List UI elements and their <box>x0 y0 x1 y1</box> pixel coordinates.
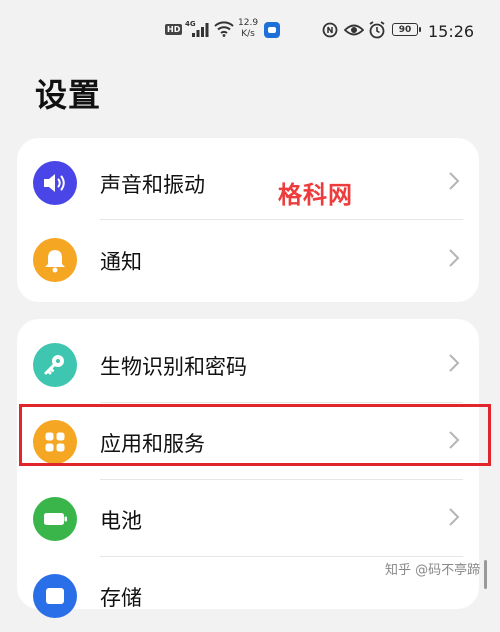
settings-item-label: 存储 <box>100 586 142 610</box>
eye-comfort-icon <box>344 24 364 36</box>
nfc-icon <box>322 22 338 38</box>
page-title: 设置 <box>35 76 102 114</box>
speaker-icon <box>33 161 77 205</box>
settings-item-sound[interactable]: 声音和振动 <box>17 143 479 219</box>
settings-item-label: 电池 <box>100 509 142 533</box>
settings-item-biometrics[interactable]: 生物识别和密码 <box>17 325 479 401</box>
settings-item-label: 声音和振动 <box>100 173 205 197</box>
clock: 15:26 <box>428 22 475 41</box>
key-icon <box>33 343 77 387</box>
battery-indicator: 90 <box>392 23 421 36</box>
app-notification-icon <box>264 22 280 38</box>
settings-item-label: 通知 <box>100 250 142 274</box>
wifi-icon <box>214 21 234 37</box>
watermark-text: 格科网 <box>278 181 353 209</box>
settings-item-label: 生物识别和密码 <box>100 355 247 379</box>
battery-icon <box>33 497 77 541</box>
scrollbar[interactable] <box>484 560 487 589</box>
source-watermark: 知乎 @码不亭蹄 <box>385 563 481 578</box>
settings-group-1: 声音和振动 通知 <box>17 138 479 302</box>
network-speed: 12.9 K/s <box>238 18 258 40</box>
storage-icon <box>33 574 77 618</box>
highlight-box <box>19 404 491 466</box>
chevron-right-icon <box>449 508 460 526</box>
network-speed-value: 12.9 <box>238 18 259 28</box>
settings-item-battery[interactable]: 电池 <box>17 479 479 555</box>
alarm-icon <box>369 21 385 39</box>
hd-voice-icon: HD <box>165 24 183 35</box>
status-bar: HD 4G 12.9 K/s 90 15:26 <box>0 0 500 62</box>
chevron-right-icon <box>449 249 460 267</box>
chevron-right-icon <box>449 172 460 190</box>
signal-icon <box>192 23 209 37</box>
settings-item-notifications[interactable]: 通知 <box>17 220 479 296</box>
network-speed-unit: K/s <box>241 29 255 39</box>
chevron-right-icon <box>449 354 460 372</box>
bell-icon <box>33 238 77 282</box>
